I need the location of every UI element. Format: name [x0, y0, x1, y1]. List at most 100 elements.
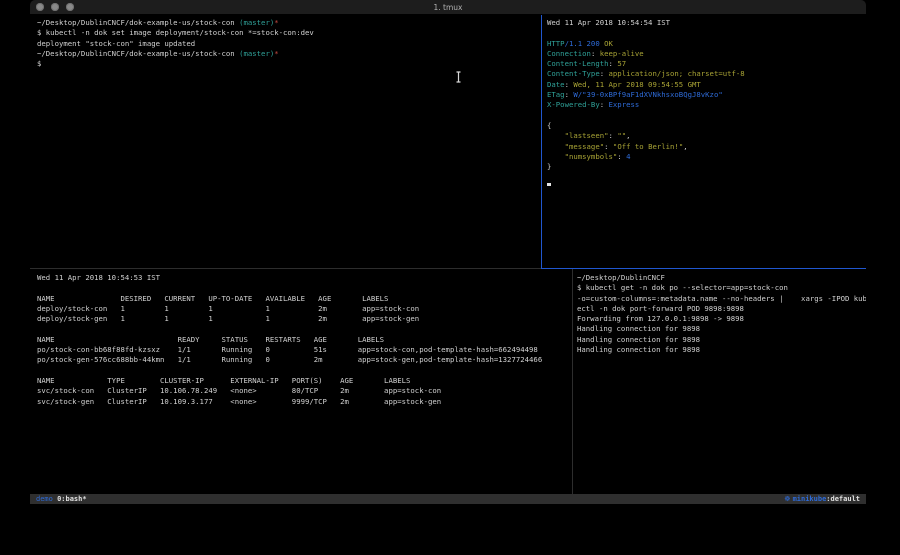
terminal-line: Content-Type: application/json; charset=…: [547, 69, 866, 79]
terminal-line: [547, 111, 866, 121]
terminal-line: "numsymbols": 4: [547, 152, 866, 162]
tmux-session: ~/Desktop/DublinCNCF/dok-example-us/stoc…: [30, 15, 866, 494]
terminal-line: po/stock-con-bb68f88fd-kzsxz 1/1 Running…: [37, 345, 579, 355]
text-segment: :: [617, 152, 626, 161]
terminal-line: Content-Length: 57: [547, 59, 866, 69]
text-segment: (master): [239, 49, 274, 58]
terminal-line: [37, 283, 579, 293]
text-segment: ETag: [547, 90, 565, 99]
screen: { "window": { "title": "1. tmux" }, "col…: [0, 0, 900, 555]
terminal-line: Handling connection for 9898: [577, 345, 866, 355]
terminal-line: $: [37, 59, 548, 69]
block-cursor: [547, 183, 551, 186]
text-segment: deploy/stock-con 1 1 1 1 2m app=stock-co…: [37, 304, 419, 313]
terminal-line: Date: Wed, 11 Apr 2018 09:54:55 GMT: [547, 80, 866, 90]
text-segment: keep-alive: [600, 49, 644, 58]
zoom-button[interactable]: [66, 3, 74, 11]
text-segment: Handling connection for 9898: [577, 324, 700, 333]
pane-port-forward-bottom-right[interactable]: ~/Desktop/DublinCNCF$ kubectl get -n dok…: [573, 269, 866, 498]
pane-kubectl-watch-bottom-left[interactable]: Wed 11 Apr 2018 10:54:53 IST NAME DESIRE…: [30, 269, 579, 498]
text-segment: :: [609, 131, 618, 140]
terminal-line: NAME TYPE CLUSTER-IP EXTERNAL-IP PORT(S)…: [37, 376, 579, 386]
terminal-line: NAME READY STATUS RESTARTS AGE LABELS: [37, 335, 579, 345]
text-segment: svc/stock-con ClusterIP 10.106.78.249 <n…: [37, 386, 441, 395]
pane-http-response-top-right[interactable]: Wed 11 Apr 2018 10:54:54 IST HTTP/1.1 20…: [542, 15, 866, 271]
text-segment: NAME TYPE CLUSTER-IP EXTERNAL-IP PORT(S)…: [37, 376, 410, 385]
text-segment: application/json; charset=utf-8: [609, 69, 745, 78]
text-segment: svc/stock-gen ClusterIP 10.109.3.177 <no…: [37, 397, 441, 406]
text-segment: :: [600, 100, 609, 109]
terminal-line: ~/Desktop/DublinCNCF: [577, 273, 866, 283]
text-segment: "Off to Berlin!": [613, 142, 683, 151]
text-segment: (master): [239, 18, 274, 27]
terminal-line: [547, 183, 866, 193]
terminal-line: Forwarding from 127.0.0.1:9898 -> 9898: [577, 314, 866, 324]
text-segment: *: [274, 49, 278, 58]
pane-divider-vertical-bottom[interactable]: [572, 269, 573, 494]
text-segment: Wed, 11 Apr 2018 09:54:55 GMT: [573, 80, 700, 89]
terminal-line: $ kubectl get -n dok po --selector=app=s…: [577, 283, 866, 293]
terminal-line: po/stock-gen-576cc688bb-44kmn 1/1 Runnin…: [37, 355, 579, 365]
terminal-line: svc/stock-con ClusterIP 10.106.78.249 <n…: [37, 386, 579, 396]
text-segment: Connection: [547, 49, 591, 58]
text-segment: po/stock-con-bb68f88fd-kzsxz 1/1 Running…: [37, 345, 538, 354]
text-segment: $ kubectl -n dok set image deployment/st…: [37, 28, 314, 37]
text-segment: deploy/stock-gen 1 1 1 1 2m app=stock-ge…: [37, 314, 419, 323]
terminal-line: deploy/stock-gen 1 1 1 1 2m app=stock-ge…: [37, 314, 579, 324]
text-segment: 4: [626, 152, 630, 161]
text-segment: {: [547, 121, 551, 130]
text-segment: "message": [547, 142, 604, 151]
text-segment: /1.1 200: [565, 39, 605, 48]
text-segment: ,: [683, 142, 687, 151]
terminal-line: X-Powered-By: Express: [547, 100, 866, 110]
text-segment: NAME READY STATUS RESTARTS AGE LABELS: [37, 335, 384, 344]
text-segment: W/"39-0xBPf9aF1dXVNkhsxoBQgJ8vKzo": [573, 90, 722, 99]
terminal-line: NAME DESIRED CURRENT UP-TO-DATE AVAILABL…: [37, 294, 579, 304]
terminal-window: 1. tmux ~/Desktop/DublinCNCF/dok-example…: [30, 0, 866, 511]
text-segment: X-Powered-By: [547, 100, 600, 109]
text-segment: NAME DESIRED CURRENT UP-TO-DATE AVAILABL…: [37, 294, 388, 303]
terminal-line: Handling connection for 9898: [577, 335, 866, 345]
text-segment: ~/Desktop/DublinCNCF/dok-example-us/stoc…: [37, 18, 239, 27]
text-segment: Express: [609, 100, 640, 109]
text-segment: Content-Length: [547, 59, 609, 68]
pane-divider-horizontal-left[interactable]: [30, 268, 541, 269]
terminal-line: }: [547, 162, 866, 172]
terminal-line: [547, 28, 866, 38]
terminal-line: ectl -n dok port-forward POD 9898:9898: [577, 304, 866, 314]
text-segment: $ kubectl get -n dok po --selector=app=s…: [577, 283, 788, 292]
text-segment: ~/Desktop/DublinCNCF/dok-example-us/stoc…: [37, 49, 239, 58]
terminal-line: {: [547, 121, 866, 131]
terminal-line: ~/Desktop/DublinCNCF/dok-example-us/stoc…: [37, 18, 548, 28]
terminal-line: "lastseen": "",: [547, 131, 866, 141]
text-segment: *: [274, 18, 278, 27]
terminal-line: svc/stock-gen ClusterIP 10.109.3.177 <no…: [37, 397, 579, 407]
terminal-line: [547, 172, 866, 182]
pane-shell-top-left[interactable]: ~/Desktop/DublinCNCF/dok-example-us/stoc…: [30, 15, 548, 271]
terminal-line: Connection: keep-alive: [547, 49, 866, 59]
text-segment: 57: [617, 59, 626, 68]
text-segment: Content-Type: [547, 69, 600, 78]
terminal-line: [37, 324, 579, 334]
pane-divider-horizontal-right-active[interactable]: [541, 268, 866, 269]
window-titlebar[interactable]: 1. tmux: [30, 0, 866, 15]
pane-divider-vertical-top-active[interactable]: [541, 15, 542, 269]
text-segment: "numsymbols": [547, 152, 617, 161]
terminal-line: ~/Desktop/DublinCNCF/dok-example-us/stoc…: [37, 49, 548, 59]
text-segment: ,: [626, 131, 630, 140]
text-segment: ectl -n dok port-forward POD 9898:9898: [577, 304, 744, 313]
text-segment: Handling connection for 9898: [577, 335, 700, 344]
terminal-line: -o=custom-columns=:metadata.name --no-he…: [577, 294, 866, 304]
text-segment: :: [609, 59, 618, 68]
text-segment: OK: [604, 39, 613, 48]
terminal-line: "message": "Off to Berlin!",: [547, 142, 866, 152]
terminal-line: Handling connection for 9898: [577, 324, 866, 334]
text-segment: :: [604, 142, 613, 151]
terminal-line: $ kubectl -n dok set image deployment/st…: [37, 28, 548, 38]
text-segment: po/stock-gen-576cc688bb-44kmn 1/1 Runnin…: [37, 355, 542, 364]
text-segment: "": [617, 131, 626, 140]
close-button[interactable]: [36, 3, 44, 11]
terminal-line: deploy/stock-con 1 1 1 1 2m app=stock-co…: [37, 304, 579, 314]
minimize-button[interactable]: [51, 3, 59, 11]
text-segment: Date: [547, 80, 565, 89]
